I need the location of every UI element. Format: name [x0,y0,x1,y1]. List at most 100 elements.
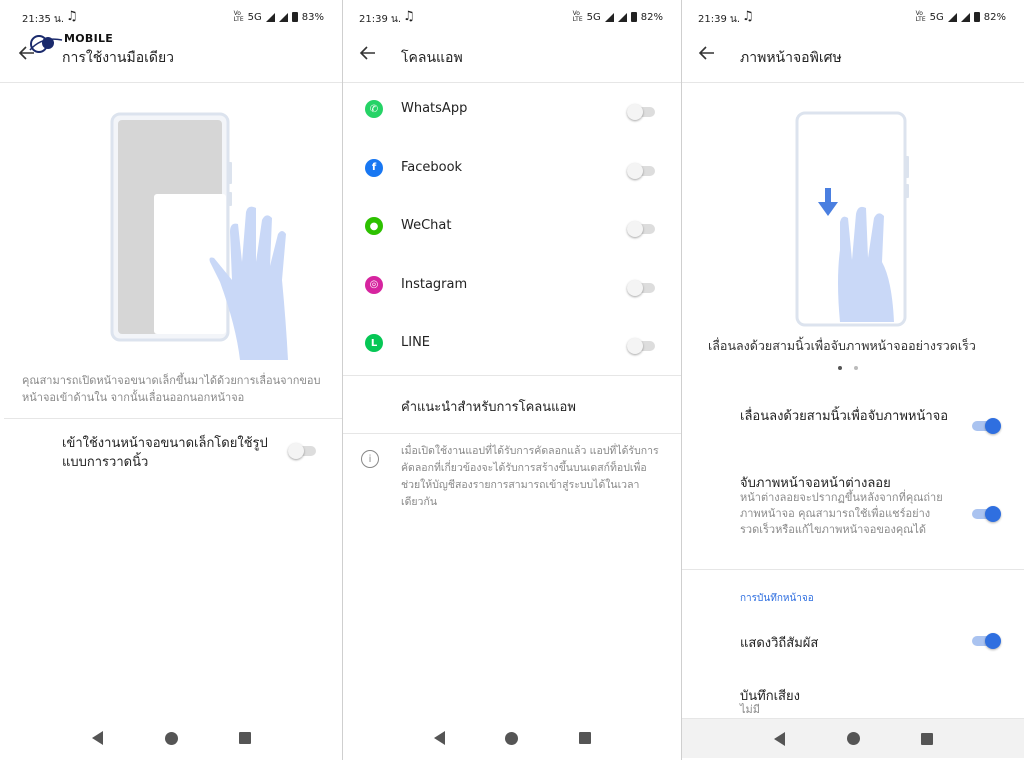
home-nav-button[interactable] [164,731,178,745]
recents-square-icon [578,732,591,744]
draw-gesture-toggle[interactable] [288,443,318,459]
toggle-thumb [627,221,643,237]
app-bar: การใช้งานมือเดียว [0,34,342,80]
clone-app-toggle[interactable] [627,221,657,237]
home-nav-button[interactable] [505,731,519,745]
toggle-thumb [627,338,643,354]
record-audio-value: ไม่มี [740,703,761,716]
battery-percent: 82% [640,11,663,23]
back-triangle-icon [433,731,445,745]
screenshot-collage: 21:35 น. ♫ Vo LTE 5G 83% MOBILE การใช้งา… [0,0,1024,760]
description-text: คุณสามารถเปิดหน้าจอขนาดเล็กขึ้นมาได้ด้วย… [22,374,321,404]
clone-app-row[interactable]: L LINE [343,317,681,375]
clone-app-name: WhatsApp [401,101,468,116]
toggle-thumb [627,104,643,120]
clone-app-toggle[interactable] [627,338,657,354]
clone-app-name: WeChat [401,218,452,233]
divider [343,433,681,434]
toggle-thumb [627,162,643,179]
toggle-thumb [985,633,1001,649]
back-triangle-icon [91,731,103,745]
clone-app-toggle[interactable] [627,279,657,296]
clone-app-row[interactable]: ◎ Instagram [343,259,681,317]
back-nav-button[interactable] [90,731,104,745]
back-triangle-icon [773,731,785,746]
show-touches-toggle[interactable] [972,633,1002,649]
toggle-thumb [985,506,1001,522]
status-right: Vo LTE 5G 82% [573,11,663,23]
three-finger-illustration [794,110,914,330]
clone-app-toggle[interactable] [627,104,657,120]
volte-icon: Vo LTE [915,10,926,23]
back-nav-button[interactable] [772,731,786,746]
app-clone-screen: 21:39 น. ♫ Vo LTE 5G 82% โคลนแอพ ✆ WhatsA… [343,0,681,760]
signal-icon-2 [617,12,627,22]
app-bar: ภาพหน้าจอพิเศษ [682,34,1024,80]
battery-icon [630,12,637,22]
page-title: ภาพหน้าจอพิเศษ [740,50,842,66]
floating-window-toggle[interactable] [972,506,1002,522]
battery-icon [973,12,980,22]
status-right: Vo LTE 5G 82% [916,11,1006,23]
one-hand-mode-screen: 21:35 น. ♫ Vo LTE 5G 83% MOBILE การใช้งา… [0,0,342,760]
status-right: Vo LTE 5G 83% [234,11,324,23]
signal-icon [604,12,614,22]
battery-percent: 82% [983,11,1006,23]
music-note-icon: ♫ [742,9,754,24]
signal-icon-2 [960,12,970,22]
toggle-thumb [627,279,643,296]
info-icon: i [361,450,379,468]
back-arrow-icon[interactable] [359,44,383,68]
clone-app-row[interactable]: ✆ WhatsApp [343,83,681,141]
music-note-icon: ♫ [403,9,415,24]
one-hand-illustration [110,112,295,362]
recents-nav-button[interactable] [920,732,934,746]
divider [343,375,681,376]
clone-app-row[interactable]: f Facebook [343,142,681,200]
three-finger-label: เลื่อนลงด้วยสามนิ้วเพื่อจับภาพหน้าจอ [740,409,949,424]
back-arrow-icon[interactable] [18,44,42,68]
whatsapp-icon: ✆ [365,100,383,118]
navigation-bar [343,718,681,758]
page-title: การใช้งานมือเดียว [62,50,175,66]
divider [4,418,342,419]
clone-app-name: Facebook [401,159,463,175]
clone-app-toggle[interactable] [627,162,657,179]
app-bar: โคลนแอพ [343,34,681,80]
draw-gesture-label: เข้าใช้งานหน้าจอขนาดเล็กโดยใช้รูปแบบการว… [62,436,268,470]
navigation-bar [682,718,1024,758]
show-touches-label: แสดงวิถีสัมผัส [740,636,819,651]
network-label: 5G [586,11,601,23]
page-indicator [838,366,858,370]
clone-info-text: เมื่อเปิดใช้งานแอปที่ได้รับการคัดลอกแล้ว… [401,445,659,508]
recents-square-icon [239,732,251,744]
signal-icon [265,12,275,22]
navigation-bar [0,718,342,758]
battery-percent: 83% [301,11,324,23]
home-circle-icon [505,731,519,745]
three-finger-toggle[interactable] [972,418,1002,434]
recents-nav-button[interactable] [238,731,252,745]
home-nav-button[interactable] [846,732,860,746]
toggle-thumb [985,418,1001,434]
facebook-icon: f [365,158,383,177]
back-nav-button[interactable] [432,731,446,745]
volte-icon: Vo LTE [572,10,583,23]
volte-icon: Vo LTE [233,10,244,23]
recents-nav-button[interactable] [578,731,592,745]
divider [0,82,342,83]
home-circle-icon [846,732,860,745]
instagram-icon: ◎ [365,275,383,294]
clone-recommend-link[interactable]: คำแนะนำสำหรับการโคลนแอพ [401,396,576,417]
wechat-icon: ● [365,217,383,235]
recents-square-icon [921,732,933,745]
clone-app-name: LINE [401,335,431,350]
status-time: 21:39 น. [359,14,402,25]
back-arrow-icon[interactable] [698,44,722,68]
page-dot-active [838,366,842,370]
floating-window-description: หน้าต่างลอยจะปรากฏขึ้นหลังจากที่คุณถ่ายภ… [740,491,943,536]
gesture-caption: เลื่อนลงด้วยสามนิ้วเพื่อจับภาพหน้าจออย่า… [708,338,976,353]
battery-icon [291,12,298,22]
clone-app-row[interactable]: ● WeChat [343,200,681,258]
status-time: 21:35 น. [22,14,65,25]
